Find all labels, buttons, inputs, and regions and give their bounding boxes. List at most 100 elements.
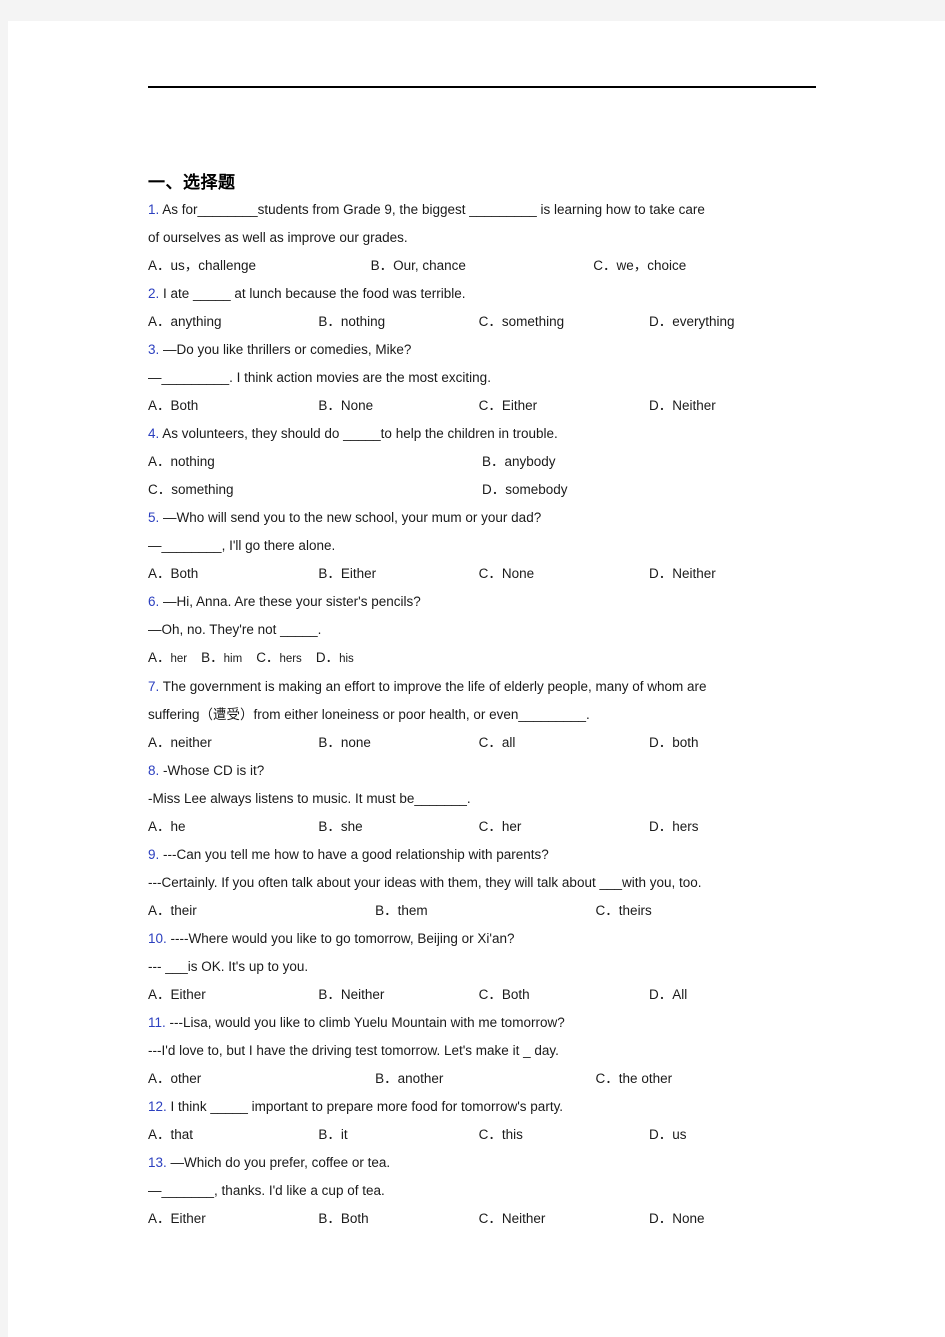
option-row: A．anything B．nothing C．something D．everythi…: [148, 308, 816, 336]
answer-option[interactable]: D．Neither: [649, 392, 816, 420]
question-stem: 7. The government is making an effort to…: [148, 673, 816, 701]
question-item: 12. I think _____ important to prepare m…: [148, 1093, 816, 1149]
question-stem-continued: —_________. I think action movies are th…: [148, 364, 816, 392]
answer-option[interactable]: B．None: [318, 392, 478, 420]
answer-option[interactable]: C．hers: [256, 650, 302, 665]
option-row: A．neither B．none C．all D．both: [148, 729, 816, 757]
question-stem: 4. As volunteers, they should do _____to…: [148, 420, 816, 448]
answer-option[interactable]: A．their: [148, 897, 375, 925]
option-row: A．her B．him C．hers D．his: [148, 644, 816, 673]
answer-option[interactable]: B．Either: [318, 560, 478, 588]
answer-option[interactable]: A．he: [148, 813, 318, 841]
page-left-margin-band: [0, 21, 8, 1337]
question-item: 1. As for________students from Grade 9, …: [148, 196, 816, 280]
question-text: ---Lisa, would you like to climb Yuelu M…: [169, 1015, 565, 1030]
answer-option[interactable]: A．Either: [148, 981, 318, 1009]
answer-option[interactable]: A．her: [148, 650, 187, 665]
question-list: 1. As for________students from Grade 9, …: [148, 196, 816, 1233]
answer-option[interactable]: A．that: [148, 1121, 318, 1149]
question-stem: 13. —Which do you prefer, coffee or tea.: [148, 1149, 816, 1177]
question-item: 8. -Whose CD is it? -Miss Lee always list…: [148, 757, 816, 841]
question-item: 4. As volunteers, they should do _____to…: [148, 420, 816, 504]
option-row: A．Both B．None C．Either D．Neither: [148, 392, 816, 420]
option-row: A．their B．them C．theirs: [148, 897, 816, 925]
answer-option[interactable]: D．somebody: [482, 476, 816, 504]
question-number: 11.: [148, 1015, 166, 1030]
header-horizontal-rule: [148, 86, 816, 88]
answer-option[interactable]: B．Both: [318, 1205, 478, 1233]
option-row: A．us，challenge B．Our, chance C．we，choice: [148, 252, 816, 280]
question-number: 2.: [148, 286, 160, 301]
answer-option[interactable]: A．nothing: [148, 448, 482, 476]
answer-option[interactable]: B．none: [318, 729, 478, 757]
answer-option[interactable]: B．Neither: [318, 981, 478, 1009]
question-text: —Oh, no. They're not _____.: [148, 622, 322, 637]
answer-option[interactable]: D．hers: [649, 813, 816, 841]
answer-option[interactable]: B．anybody: [482, 448, 816, 476]
answer-option[interactable]: D．his: [316, 650, 354, 665]
question-text: ---Certainly. If you often talk about yo…: [148, 875, 702, 890]
answer-option[interactable]: D．All: [649, 981, 816, 1009]
question-item: 6. —Hi, Anna. Are these your sister's pe…: [148, 588, 816, 673]
question-text: —Do you like thrillers or comedies, Mike…: [163, 342, 412, 357]
answer-option[interactable]: C．None: [479, 560, 649, 588]
question-stem: 5. —Who will send you to the new school,…: [148, 504, 816, 532]
question-item: 11. ---Lisa, would you like to climb Yue…: [148, 1009, 816, 1093]
answer-option[interactable]: C．Neither: [479, 1205, 649, 1233]
answer-option[interactable]: C．something: [479, 308, 649, 336]
answer-option[interactable]: B．him: [201, 650, 242, 665]
question-stem-continued: suffering（遭受）from either loneiness or po…: [148, 701, 816, 729]
answer-option[interactable]: C．we，choice: [593, 252, 816, 280]
question-stem: 3. —Do you like thrillers or comedies, M…: [148, 336, 816, 364]
answer-option[interactable]: A．Both: [148, 392, 318, 420]
answer-option[interactable]: C．theirs: [596, 897, 816, 925]
question-number: 7.: [148, 679, 160, 694]
answer-option[interactable]: B．nothing: [318, 308, 478, 336]
question-number: 6.: [148, 594, 160, 609]
answer-option[interactable]: D．both: [649, 729, 816, 757]
answer-option[interactable]: C．Both: [479, 981, 649, 1009]
question-stem-continued: ---Certainly. If you often talk about yo…: [148, 869, 816, 897]
answer-option[interactable]: C．this: [479, 1121, 649, 1149]
answer-option[interactable]: A．Both: [148, 560, 318, 588]
answer-option[interactable]: B．Our, chance: [371, 252, 594, 280]
answer-option[interactable]: C．something: [148, 476, 482, 504]
question-text: -Miss Lee always listens to music. It mu…: [148, 791, 471, 806]
question-number: 8.: [148, 763, 160, 778]
question-item: 7. The government is making an effort to…: [148, 673, 816, 757]
answer-option[interactable]: B．them: [375, 897, 595, 925]
answer-option[interactable]: D．Neither: [649, 560, 816, 588]
answer-option[interactable]: D．us: [649, 1121, 816, 1149]
question-item: 13. —Which do you prefer, coffee or tea.…: [148, 1149, 816, 1233]
answer-option[interactable]: C．Either: [479, 392, 649, 420]
answer-option[interactable]: C．the other: [596, 1065, 816, 1093]
answer-option[interactable]: D．None: [649, 1205, 816, 1233]
question-number: 1.: [148, 202, 160, 217]
question-text: As for________students from Grade 9, the…: [162, 202, 705, 217]
answer-option[interactable]: B．another: [375, 1065, 595, 1093]
answer-option[interactable]: B．she: [318, 813, 478, 841]
question-text: suffering（遭受）from either loneiness or po…: [148, 707, 590, 722]
question-item: 9. ---Can you tell me how to have a good…: [148, 841, 816, 925]
answer-option[interactable]: A．anything: [148, 308, 318, 336]
question-text: —Which do you prefer, coffee or tea.: [170, 1155, 391, 1170]
page-top-margin-band: [0, 0, 945, 21]
answer-option[interactable]: A．Either: [148, 1205, 318, 1233]
answer-option[interactable]: C．all: [479, 729, 649, 757]
question-text: ---Can you tell me how to have a good re…: [163, 847, 549, 862]
question-number: 12.: [148, 1099, 167, 1114]
question-item: 5. —Who will send you to the new school,…: [148, 504, 816, 588]
question-item: 2. I ate _____ at lunch because the food…: [148, 280, 816, 336]
answer-option[interactable]: D．everything: [649, 308, 816, 336]
question-stem: 11. ---Lisa, would you like to climb Yue…: [148, 1009, 816, 1037]
answer-option[interactable]: C．her: [479, 813, 649, 841]
question-text: —Who will send you to the new school, yo…: [163, 510, 542, 525]
answer-option[interactable]: A．neither: [148, 729, 318, 757]
answer-option[interactable]: B．it: [318, 1121, 478, 1149]
answer-option[interactable]: A．other: [148, 1065, 375, 1093]
answer-option[interactable]: A．us，challenge: [148, 252, 371, 280]
question-stem: 6. —Hi, Anna. Are these your sister's pe…: [148, 588, 816, 616]
question-text: --- ___is OK. It's up to you.: [148, 959, 309, 974]
question-stem-continued: -Miss Lee always listens to music. It mu…: [148, 785, 816, 813]
question-stem-continued: --- ___is OK. It's up to you.: [148, 953, 816, 981]
